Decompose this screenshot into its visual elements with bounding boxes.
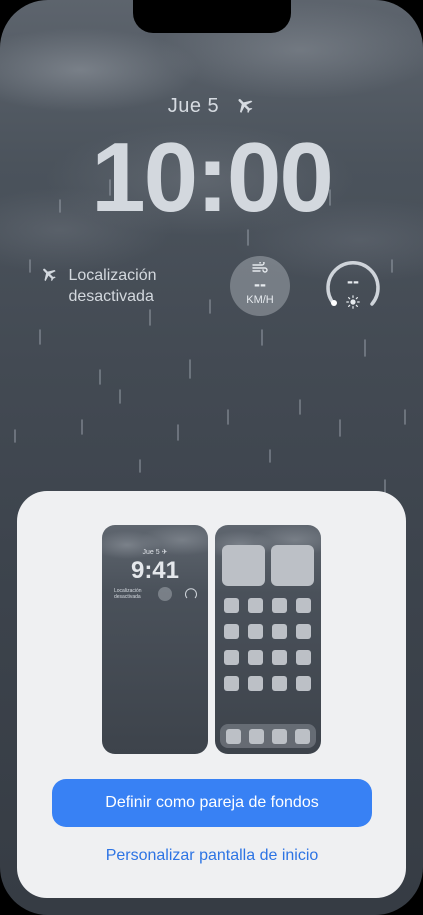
app-icon-placeholder	[248, 650, 263, 665]
location-off-icon	[43, 268, 56, 282]
app-icon-placeholder	[296, 650, 311, 665]
preview-time: 9:41	[130, 557, 180, 584]
location-widget-text: Localización desactivada	[68, 267, 157, 305]
app-icon-placeholder	[224, 598, 239, 613]
dock-app-icon	[295, 729, 310, 744]
phone-screen: Jue 5 10:00 Localización desactivada -- …	[0, 0, 423, 915]
dock-app-icon	[249, 729, 264, 744]
app-icon-placeholder	[224, 624, 239, 639]
notch	[133, 0, 291, 33]
app-icon-placeholder	[296, 598, 311, 613]
app-icon-placeholder	[224, 676, 239, 691]
widget-placeholder	[271, 545, 314, 586]
preview-gauge-widget	[185, 588, 197, 599]
app-icon-placeholder	[224, 650, 239, 665]
preview-wind-widget	[158, 587, 172, 601]
set-wallpaper-pair-button[interactable]: Definir como pareja de fondos	[52, 779, 372, 827]
airplane-icon	[238, 99, 253, 113]
home-screen-preview[interactable]	[215, 525, 321, 754]
customize-home-screen-button[interactable]: Personalizar pantalla de inicio	[52, 842, 372, 870]
dock-app-icon	[272, 729, 287, 744]
lock-time: 10:00	[91, 122, 334, 232]
lock-date-label: Jue 5	[167, 95, 220, 117]
dock-app-icon	[226, 729, 241, 744]
preview-date: Jue 5 ✈	[142, 549, 168, 556]
app-icon-placeholder	[272, 598, 287, 613]
preview-date-label: Jue 5	[142, 549, 160, 556]
wallpaper-sheet	[17, 491, 406, 898]
location-widget: Localización desactivada	[40, 265, 198, 307]
wind-icon	[252, 262, 268, 273]
app-icon-placeholder	[272, 624, 287, 639]
widget-placeholder	[222, 545, 265, 586]
sun-icon	[346, 295, 360, 309]
app-icon-placeholder	[296, 676, 311, 691]
app-icon-placeholder	[248, 624, 263, 639]
gauge-value: --	[347, 271, 359, 291]
lock-screen-preview[interactable]: Jue 5 ✈ 9:41 Localización desactivada	[102, 525, 208, 754]
preview-location-text: Localización desactivada	[114, 588, 154, 600]
app-icon-placeholder	[248, 676, 263, 691]
preview-location-label: Localización desactivada	[114, 588, 142, 600]
wind-widget: -- KM/H	[230, 256, 290, 316]
gauge-widget: --	[322, 255, 384, 317]
wind-value: --	[254, 274, 266, 294]
wind-unit: KM/H	[246, 294, 274, 306]
app-icon-placeholder	[296, 624, 311, 639]
lock-date: Jue 5	[0, 95, 423, 118]
app-icon-placeholder	[248, 598, 263, 613]
app-icon-placeholder	[272, 650, 287, 665]
app-icon-placeholder	[272, 676, 287, 691]
